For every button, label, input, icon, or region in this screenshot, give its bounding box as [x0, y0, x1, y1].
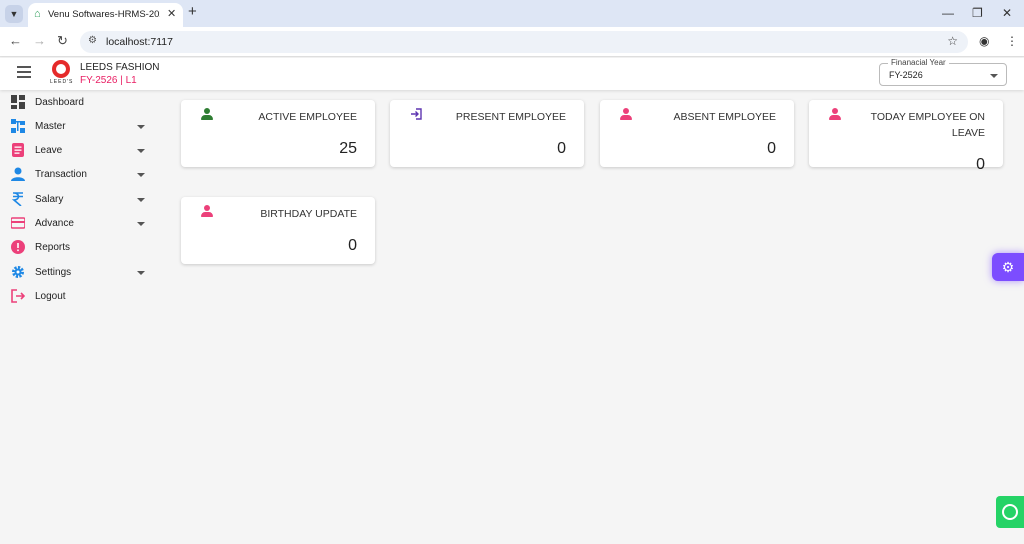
sidebar-item-leave[interactable]: Leave — [0, 139, 160, 161]
browser-tab-bar: ▼ ⌂ Venu Softwares-HRMS-2025-9 ✕ + — ❐ ✕ — [0, 0, 1024, 27]
login-icon — [411, 108, 422, 120]
card-title: ACTIVE EMPLOYEE — [258, 111, 357, 123]
card-title: PRESENT EMPLOYEE — [455, 111, 566, 123]
sidebar-item-reports[interactable]: Reports — [0, 236, 160, 258]
card-birthday-update[interactable]: BIRTHDAY UPDATE 0 — [181, 197, 375, 264]
card-value: 0 — [557, 140, 566, 157]
tab-search-button[interactable]: ▼ — [5, 5, 23, 23]
url-text[interactable]: localhost:7117 — [106, 36, 173, 48]
gear-icon — [12, 266, 24, 278]
document-icon — [12, 143, 24, 157]
new-tab-button[interactable]: + — [188, 4, 197, 20]
chevron-down-icon — [137, 198, 145, 202]
financial-year-value: FY-2526 — [889, 70, 923, 80]
theme-settings-button[interactable]: ⚙ — [992, 253, 1024, 281]
person-icon — [201, 108, 213, 120]
dashboard-icon — [11, 95, 25, 109]
chevron-down-icon — [990, 74, 998, 78]
site-info-icon[interactable]: ⚙ — [88, 35, 97, 46]
sidebar-item-label: Salary — [35, 194, 64, 205]
fy-location-text: FY-2526 | L1 — [80, 75, 137, 86]
minimize-button[interactable]: — — [942, 6, 954, 20]
person-icon — [829, 108, 841, 120]
tab-close-button[interactable]: ✕ — [167, 7, 176, 20]
browser-tab[interactable]: ⌂ Venu Softwares-HRMS-2025-9 ✕ — [28, 3, 183, 27]
tab-title: Venu Softwares-HRMS-2025-9 — [48, 9, 160, 20]
gear-icon: ⚙ — [1001, 259, 1015, 275]
card-absent-employee[interactable]: ABSENT EMPLOYEE 0 — [600, 100, 794, 167]
reload-icon[interactable]: ↻ — [57, 34, 68, 48]
menu-toggle-icon[interactable] — [17, 66, 31, 78]
sidebar-item-label: Dashboard — [35, 97, 84, 108]
sidebar-item-label: Reports — [35, 242, 71, 253]
restore-button[interactable]: ❐ — [972, 6, 983, 20]
company-logo: LEED'S — [50, 60, 72, 88]
financial-year-label: Finanacial Year — [888, 58, 949, 67]
browser-toolbar: ← → ↻ ⚙ localhost:7117 ☆ ◉ ⋮ — [0, 27, 1024, 57]
credit-card-icon — [11, 217, 25, 229]
person-icon — [620, 108, 632, 120]
logout-icon — [11, 289, 25, 303]
sidebar-item-master[interactable]: Master — [0, 115, 160, 137]
chevron-down-icon — [137, 173, 145, 177]
bookmark-star-icon[interactable]: ☆ — [947, 34, 958, 48]
sidebar-item-logout[interactable]: Logout — [0, 285, 160, 307]
chevron-down-icon — [137, 271, 145, 275]
browser-menu-icon[interactable]: ⋮ — [1006, 35, 1018, 47]
chevron-down-icon — [137, 125, 145, 129]
person-icon — [11, 167, 25, 181]
sitemap-icon — [11, 119, 25, 133]
card-value: 0 — [348, 237, 357, 254]
sidebar-item-label: Leave — [35, 145, 63, 156]
address-bar[interactable]: ⚙ localhost:7117 ☆ — [80, 31, 968, 53]
sidebar-item-settings[interactable]: Settings — [0, 261, 160, 283]
close-window-button[interactable]: ✕ — [1002, 6, 1012, 20]
rupee-icon — [11, 192, 23, 206]
company-name: LEEDS FASHION — [80, 62, 160, 73]
financial-year-select[interactable]: Finanacial Year FY-2526 — [879, 58, 1007, 86]
chevron-down-icon — [137, 222, 145, 226]
alert-icon — [11, 240, 25, 254]
sidebar-item-advance[interactable]: Advance — [0, 212, 160, 234]
card-value: 0 — [976, 156, 985, 173]
card-active-employee[interactable]: ACTIVE EMPLOYEE 25 — [181, 100, 375, 167]
sidebar-item-label: Transaction — [35, 169, 87, 180]
whatsapp-icon — [1002, 504, 1018, 520]
card-present-employee[interactable]: PRESENT EMPLOYEE 0 — [390, 100, 584, 167]
back-icon[interactable]: ← — [9, 34, 22, 48]
sidebar-item-label: Settings — [35, 267, 72, 278]
whatsapp-button[interactable] — [996, 496, 1024, 528]
chevron-down-icon — [137, 149, 145, 153]
card-value: 25 — [339, 140, 357, 157]
sidebar-item-label: Advance — [35, 218, 74, 229]
sidebar-item-transaction[interactable]: Transaction — [0, 163, 160, 185]
sidebar-item-label: Logout — [35, 291, 66, 302]
app-header: LEED'S LEEDS FASHION FY-2526 | L1 Finana… — [0, 58, 1024, 90]
sidebar-item-salary[interactable]: Salary — [0, 188, 160, 210]
sidebar-item-label: Master — [35, 121, 66, 132]
card-title: TODAY EMPLOYEE ON LEAVE — [870, 111, 985, 139]
card-today-employee-on-leave[interactable]: TODAY EMPLOYEE ON LEAVE 0 — [809, 100, 1003, 173]
forward-icon[interactable]: → — [33, 34, 46, 48]
favicon-icon: ⌂ — [34, 8, 41, 20]
sidebar-item-dashboard[interactable]: Dashboard — [0, 91, 160, 113]
card-value: 0 — [767, 140, 776, 157]
card-title: BIRTHDAY UPDATE — [260, 208, 357, 220]
person-icon — [201, 205, 213, 217]
card-title: ABSENT EMPLOYEE — [673, 111, 776, 123]
profile-icon[interactable]: ◉ — [979, 35, 989, 47]
